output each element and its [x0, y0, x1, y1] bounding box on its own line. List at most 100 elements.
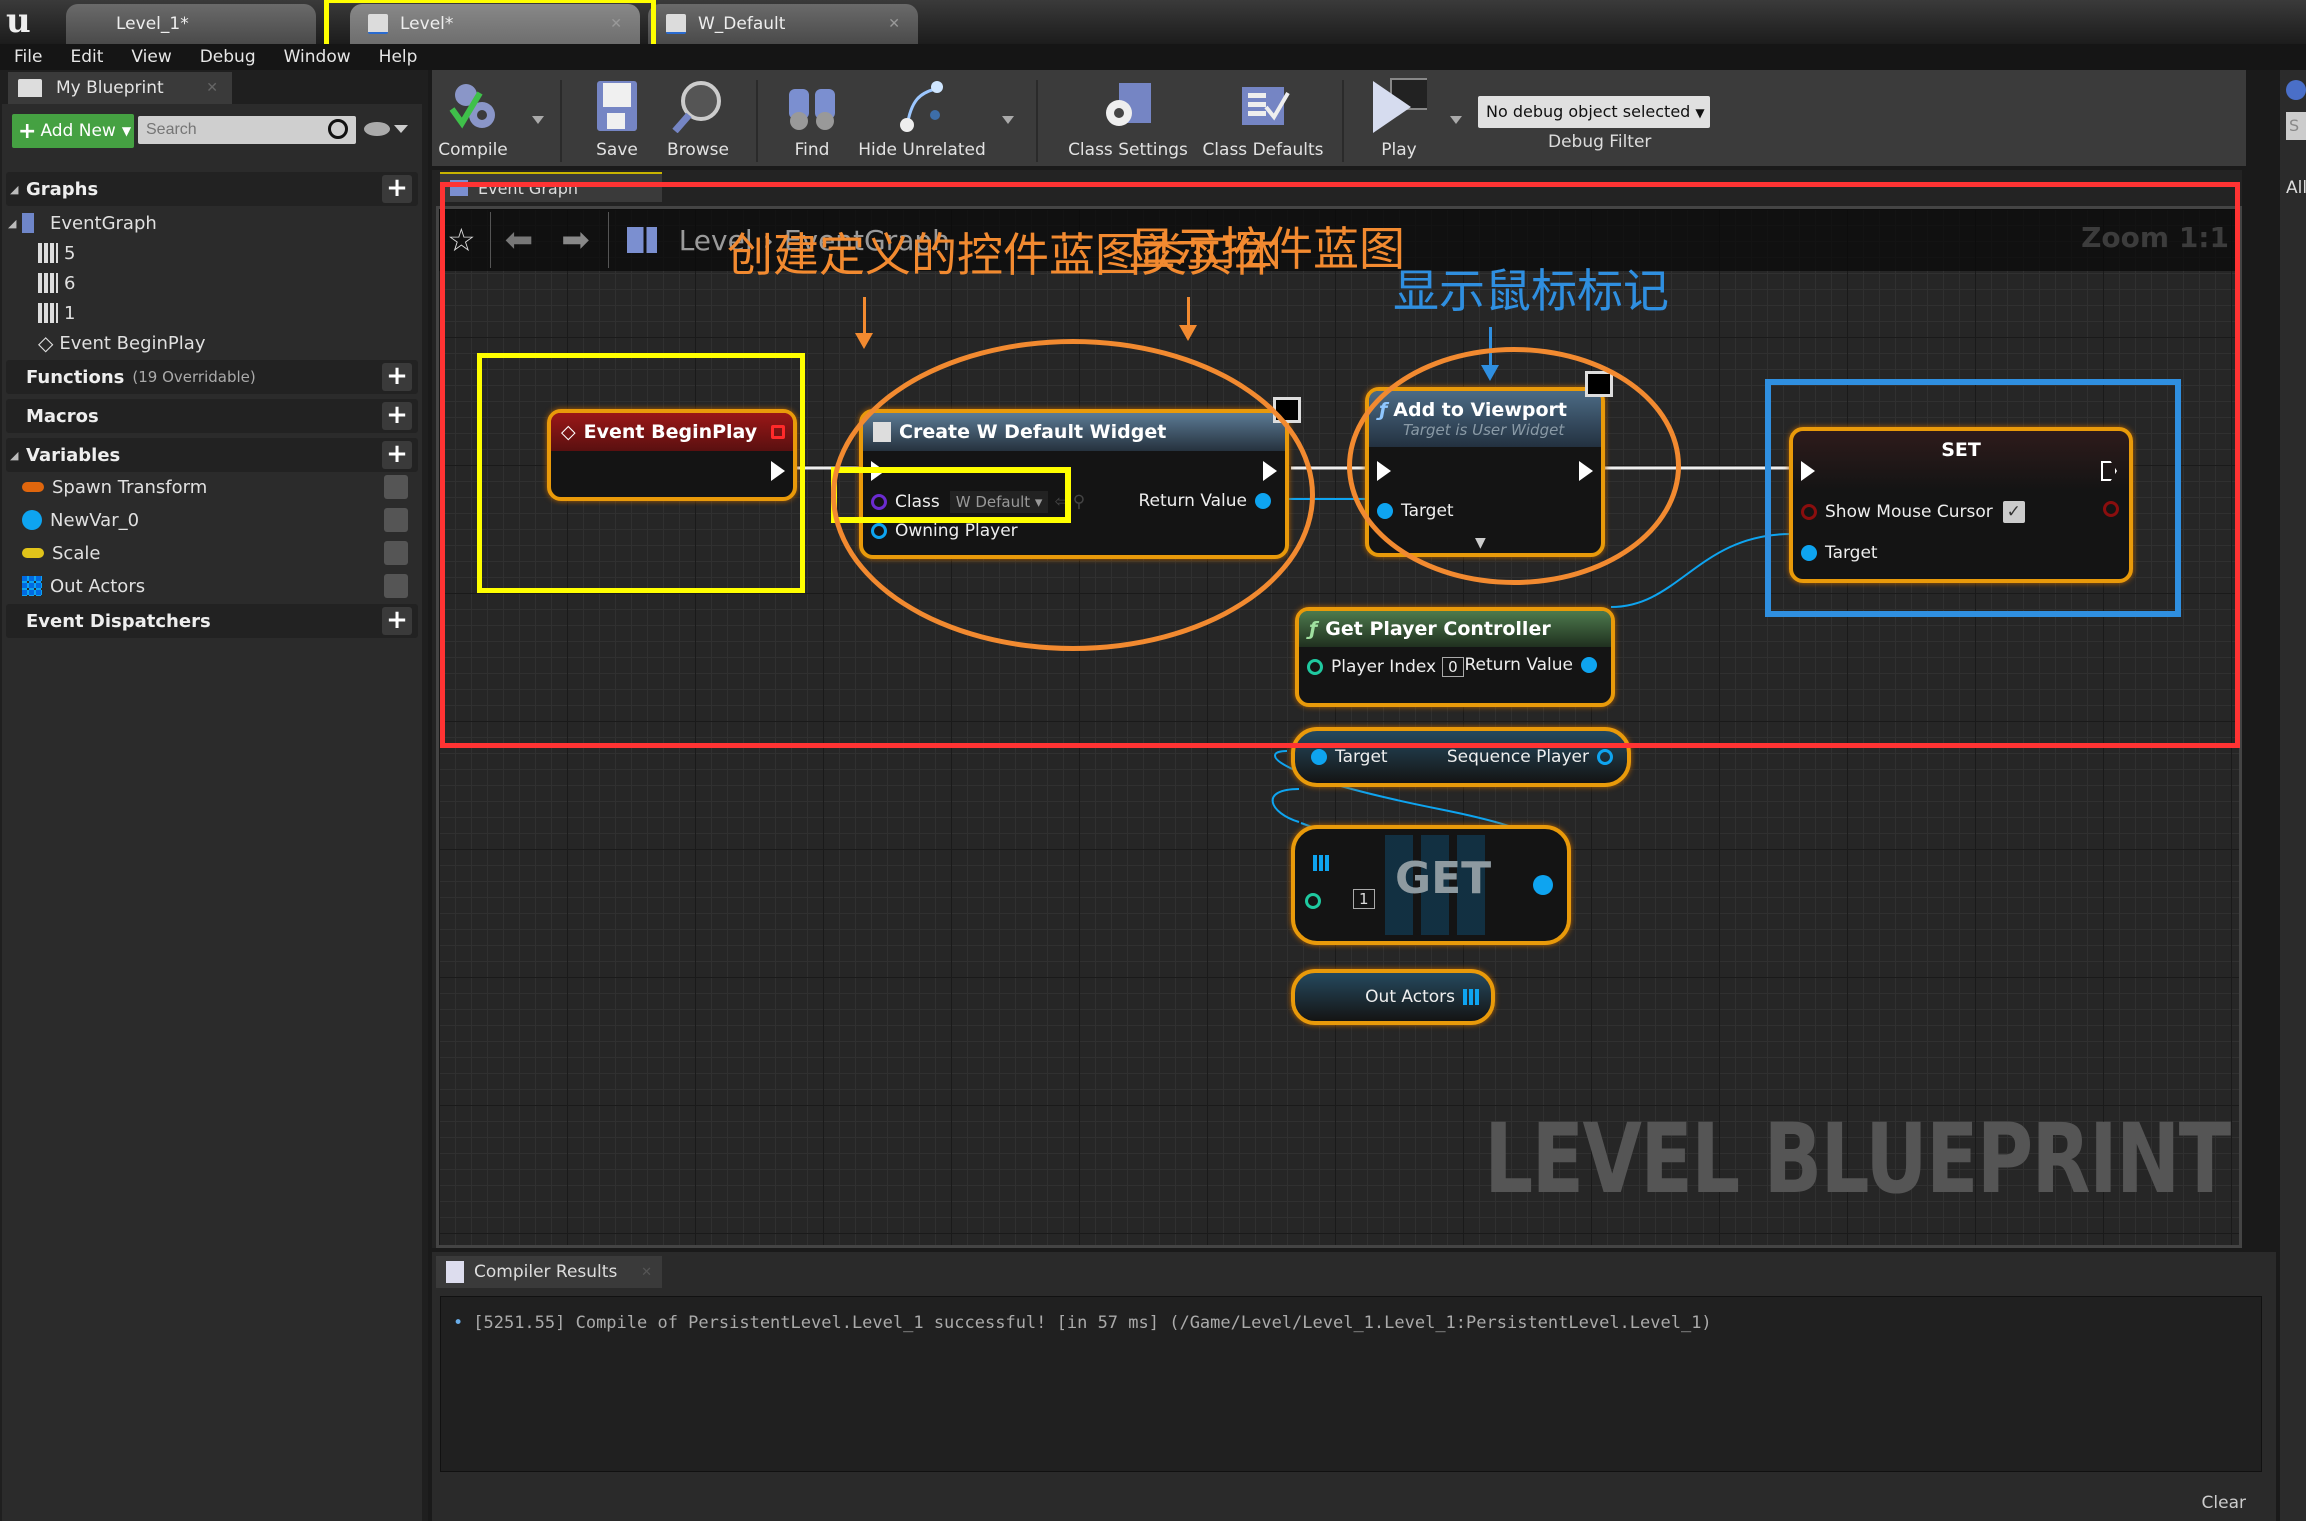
menu-edit[interactable]: Edit	[70, 47, 103, 67]
node-comment-icon	[38, 303, 58, 323]
event-dispatchers-section[interactable]: Event Dispatchers +	[6, 604, 418, 638]
class-settings-icon	[1100, 78, 1156, 134]
browse-button[interactable]: Browse	[658, 70, 738, 166]
find-button[interactable]: Find	[772, 70, 852, 166]
tree-label: 6	[64, 272, 76, 294]
macros-section[interactable]: Macros +	[6, 399, 418, 433]
macros-label: Macros	[26, 405, 99, 427]
visibility-toggle[interactable]	[384, 574, 408, 598]
play-options-dropdown[interactable]	[1450, 116, 1462, 124]
node-title: GET	[1395, 853, 1492, 904]
doc-tab-w-default[interactable]: W_Default ✕	[648, 4, 918, 44]
variable-out-actors[interactable]: Out Actors	[22, 571, 418, 601]
binoculars-icon	[784, 78, 840, 134]
target-pin[interactable]: Target	[1303, 747, 1388, 767]
search-input[interactable]	[138, 116, 356, 144]
pin-label: Sequence Player	[1446, 747, 1589, 767]
debug-object-select[interactable]: No debug object selected ▼	[1478, 96, 1710, 128]
class-defaults-button[interactable]: Class Defaults	[1198, 70, 1328, 166]
details-search-input[interactable]: S	[2286, 112, 2306, 140]
menu-debug[interactable]: Debug	[200, 47, 256, 67]
hide-unrelated-button[interactable]: Hide Unrelated	[852, 70, 992, 166]
node-comment-icon	[38, 273, 58, 293]
sequence-player-pin[interactable]: Sequence Player	[1447, 747, 1613, 767]
compiler-results-tab[interactable]: Compiler Results ✕	[436, 1256, 662, 1288]
clear-button[interactable]: Clear	[2202, 1493, 2246, 1513]
variable-name: Spawn Transform	[52, 476, 208, 498]
my-blueprint-tab[interactable]: My Blueprint ✕	[8, 72, 232, 104]
graphs-section[interactable]: ◢ Graphs +	[6, 172, 418, 206]
compiler-results-panel: Compiler Results ✕ • [5251.55] Compile of…	[432, 1252, 2276, 1521]
visibility-toggle[interactable]	[384, 508, 408, 532]
menu-view[interactable]: View	[131, 47, 171, 67]
tree-item-1[interactable]: 1	[38, 298, 75, 328]
float-type-icon	[22, 548, 44, 558]
node-out-actors[interactable]: Out Actors	[1291, 969, 1495, 1025]
toolbar-separator	[560, 80, 562, 162]
graphs-label: Graphs	[26, 178, 99, 200]
index-pin[interactable]	[1305, 893, 1321, 909]
array-pin[interactable]	[1313, 855, 1329, 871]
functions-section[interactable]: Functions (19 Overridable) +	[6, 360, 418, 394]
variable-name: Scale	[52, 542, 101, 564]
info-icon	[2286, 80, 2306, 100]
title-bar: u Level_1* Level* ✕ W_Default ✕	[0, 0, 2306, 56]
tree-label: EventGraph	[50, 212, 157, 234]
hide-unrelated-dropdown[interactable]	[1002, 116, 1014, 124]
out-actors-pin[interactable]: Out Actors	[1365, 987, 1479, 1007]
compile-options-dropdown[interactable]	[532, 116, 544, 124]
toolbar-separator	[1342, 80, 1344, 162]
add-graph-button[interactable]: +	[382, 175, 412, 203]
my-blueprint-tab-label: My Blueprint	[56, 78, 164, 98]
index-input[interactable]: 1	[1353, 889, 1375, 909]
unreal-logo-icon: u	[6, 1, 31, 41]
tree-item-event-beginplay[interactable]: ◇ Event BeginPlay	[38, 328, 205, 358]
array-pin-icon	[1463, 989, 1479, 1005]
magnifier-icon	[670, 78, 726, 134]
save-label: Save	[596, 140, 638, 160]
menu-help[interactable]: Help	[379, 47, 418, 67]
save-button[interactable]: Save	[582, 70, 652, 166]
add-new-button[interactable]: + Add New ▼	[12, 114, 134, 148]
class-settings-button[interactable]: Class Settings	[1058, 70, 1198, 166]
variable-name: NewVar_0	[50, 509, 140, 531]
doc-tab-level-1[interactable]: Level_1*	[66, 4, 316, 44]
expand-arrow-icon: ◢	[10, 182, 19, 196]
compiler-results-tab-label: Compiler Results	[474, 1262, 618, 1282]
menu-window[interactable]: Window	[284, 47, 351, 67]
toolbar-separator	[1036, 80, 1038, 162]
eye-icon[interactable]	[364, 122, 390, 136]
my-blueprint-body: + Add New ▼ ◢ Graphs + ◢ EventGraph 5 6	[2, 104, 422, 1521]
node-array-get[interactable]: GET 1	[1291, 825, 1571, 945]
tree-item-6[interactable]: 6	[38, 268, 75, 298]
tree-label: 1	[64, 302, 76, 324]
close-tab-icon[interactable]: ✕	[206, 80, 218, 96]
output-pin[interactable]	[1533, 875, 1553, 895]
toolbar-separator	[756, 80, 758, 162]
tree-item-5[interactable]: 5	[38, 238, 75, 268]
compile-button[interactable]: Compile	[438, 70, 508, 166]
data-wire	[1271, 788, 1300, 823]
variable-newvar-0[interactable]: NewVar_0	[22, 505, 418, 535]
variable-scale[interactable]: Scale	[22, 538, 418, 568]
variables-section[interactable]: ◢ Variables +	[6, 438, 418, 472]
visibility-toggle[interactable]	[384, 475, 408, 499]
visibility-toggle[interactable]	[384, 541, 408, 565]
variable-spawn-transform[interactable]: Spawn Transform	[22, 472, 418, 502]
play-button[interactable]: Play	[1364, 70, 1434, 166]
add-macro-button[interactable]: +	[382, 402, 412, 430]
chevron-down-icon[interactable]	[394, 125, 408, 133]
doc-tab-label: W_Default	[698, 14, 786, 34]
add-variable-button[interactable]: +	[382, 441, 412, 469]
event-diamond-icon: ◇	[38, 331, 54, 355]
all-filter-label[interactable]: All	[2286, 178, 2306, 198]
class-defaults-icon	[1235, 78, 1291, 134]
tree-item-eventgraph[interactable]: ◢ EventGraph	[8, 208, 157, 238]
event-graph-icon	[22, 213, 44, 233]
add-function-button[interactable]: +	[382, 363, 412, 391]
array-type-icon	[22, 576, 42, 596]
add-event-dispatcher-button[interactable]: +	[382, 607, 412, 635]
menu-file[interactable]: File	[14, 47, 42, 67]
close-tab-icon[interactable]: ✕	[641, 1265, 652, 1280]
close-tab-icon[interactable]: ✕	[888, 16, 900, 32]
